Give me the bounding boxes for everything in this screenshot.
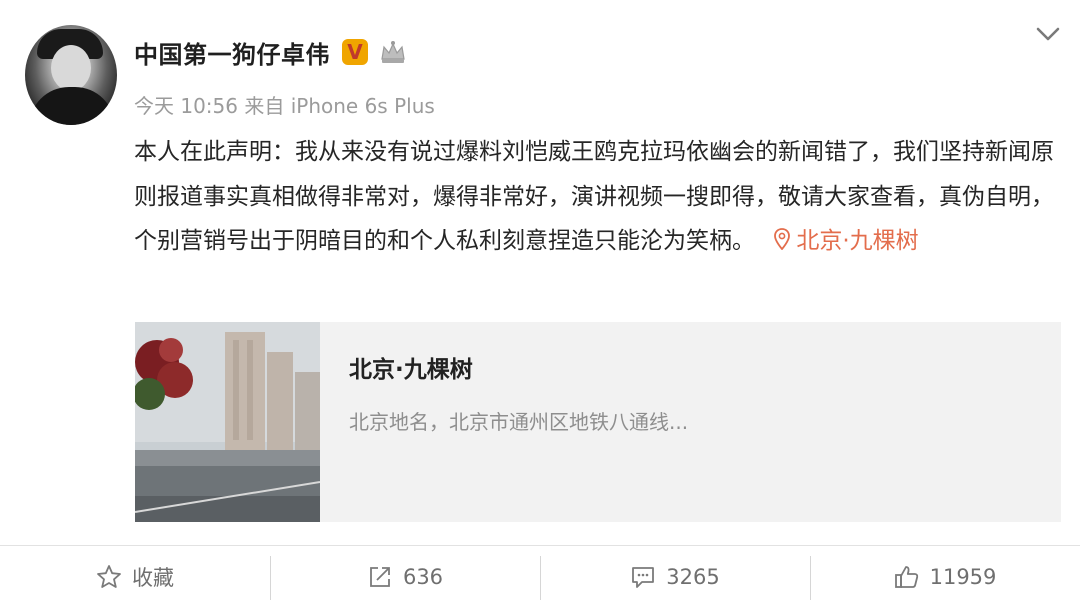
thumbs-up-icon	[894, 566, 918, 588]
avatar-face	[51, 45, 91, 91]
card-title: 北京·九棵树	[349, 357, 473, 383]
repost-button[interactable]: 636	[270, 546, 540, 608]
like-button[interactable]: 11959	[810, 546, 1080, 608]
crown-icon	[381, 41, 405, 63]
location-pin-icon	[774, 228, 791, 250]
favorite-label: 收藏	[132, 566, 174, 590]
card-description: 北京地名，北京市通州区地铁八通线...	[349, 410, 689, 434]
location-label: 北京·九棵树	[796, 228, 919, 254]
chevron-down-icon[interactable]	[1034, 22, 1062, 46]
location-thumbnail	[135, 322, 320, 522]
comment-icon	[632, 567, 655, 588]
star-icon	[97, 565, 121, 588]
post-meta: 今天 10:56 来自 iPhone 6s Plus	[134, 94, 435, 118]
location-card[interactable]: 北京·九棵树 北京地名，北京市通州区地铁八通线...	[135, 322, 1061, 522]
post-content: 本人在此声明：我从来没有说过爆料刘恺威王鸥克拉玛依幽会的新闻错了，我们坚持新闻原…	[134, 130, 1054, 264]
avatar-body	[29, 87, 115, 125]
action-bar: 收藏 636 3265 11959	[0, 546, 1080, 608]
verified-icon: V	[342, 39, 368, 65]
like-count: 11959	[929, 565, 997, 589]
favorite-button[interactable]: 收藏	[0, 546, 270, 608]
comment-button[interactable]: 3265	[540, 546, 810, 608]
repost-count: 636	[402, 565, 444, 589]
comment-count: 3265	[666, 565, 720, 589]
repost-icon	[370, 567, 390, 587]
avatar[interactable]	[25, 25, 117, 125]
name-row: 中国第一狗仔卓伟 V	[134, 32, 408, 72]
location-link[interactable]: 北京·九棵树	[774, 228, 919, 254]
username[interactable]: 中国第一狗仔卓伟	[134, 35, 330, 70]
weibo-post: 中国第一狗仔卓伟 V 今天 10:56 来自 iPhone 6s Plus 本人…	[0, 0, 1080, 545]
